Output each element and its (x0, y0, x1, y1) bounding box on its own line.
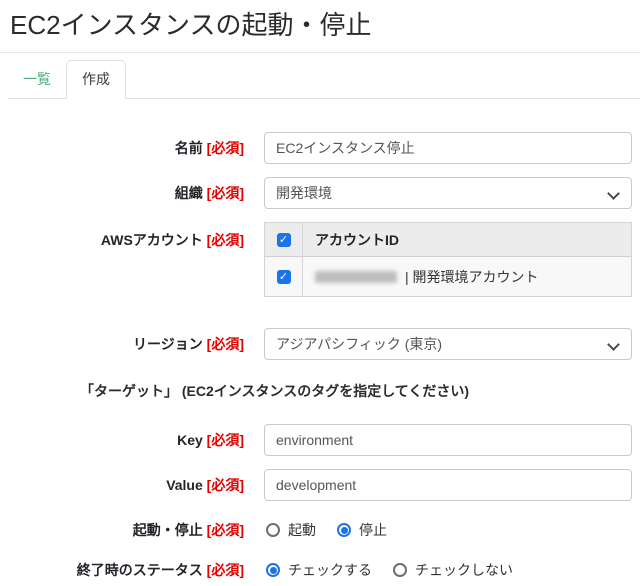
action-row: 起動・停止 [必須] 起動 停止 (0, 514, 640, 546)
action-required-badge: [必須] (206, 522, 244, 538)
target-section-heading: 「ターゲット」 (EC2インスタンスのタグを指定してください) (80, 383, 470, 399)
region-select-value: アジアパシフィック (東京) (276, 336, 443, 352)
region-select[interactable]: アジアパシフィック (東京) (264, 328, 632, 360)
status-no-check-option[interactable]: チェックしない (393, 560, 513, 580)
aws-account-required-badge: [必須] (206, 232, 244, 248)
status-check-option[interactable]: チェックする (266, 560, 372, 580)
radio-unselected-icon (266, 523, 280, 537)
name-input[interactable] (264, 132, 632, 164)
key-label: Key (177, 432, 203, 448)
account-row-checkbox[interactable]: ✓ (276, 269, 291, 284)
select-all-checkbox[interactable]: ✓ (276, 232, 291, 247)
end-status-radio-group: チェックする チェックしない (264, 560, 632, 580)
chevron-down-icon (607, 338, 620, 351)
chevron-down-icon (607, 187, 620, 200)
account-id-header: アカウントID (315, 231, 399, 248)
region-row: リージョン [必須] アジアパシフィック (東京) (0, 328, 640, 360)
value-row: Value [必須] (0, 469, 640, 501)
value-label: Value (166, 477, 203, 493)
key-input[interactable] (264, 424, 632, 456)
organization-row: 組織 [必須] 開発環境 (0, 177, 640, 209)
organization-label: 組織 (174, 185, 203, 201)
masked-account-id (315, 270, 397, 283)
create-form: 名前 [必須] 組織 [必須] 開発環境 AWSアカウント [必須] (0, 132, 640, 586)
aws-account-label: AWSアカウント (100, 232, 203, 248)
status-no-check-label: チェックしない (415, 562, 513, 578)
status-check-label: チェックする (288, 562, 372, 578)
organization-required-badge: [必須] (206, 185, 244, 201)
action-stop-option[interactable]: 停止 (337, 520, 387, 540)
end-status-row: 終了時のステータス [必須] チェックする チェックしない (0, 554, 640, 586)
region-required-badge: [必須] (206, 336, 244, 352)
key-row: Key [必須] (0, 424, 640, 456)
tab-list[interactable]: 一覧 (8, 61, 66, 98)
account-table-row: ✓ | 開発環境アカウント (265, 257, 631, 296)
value-required-badge: [必須] (206, 477, 244, 493)
key-required-badge: [必須] (206, 432, 244, 448)
organization-select-value: 開発環境 (276, 185, 332, 201)
region-label: リージョン (133, 336, 203, 352)
action-label: 起動・停止 (132, 522, 203, 538)
account-table-header-row: ✓ アカウントID (265, 223, 631, 257)
title-divider (0, 52, 640, 53)
action-start-label: 起動 (288, 522, 316, 538)
action-start-option[interactable]: 起動 (266, 520, 316, 540)
tab-bar: 一覧 作成 (8, 60, 640, 99)
aws-account-table: ✓ アカウントID ✓ | 開発環境アカウント (264, 222, 632, 297)
name-label: 名前 (174, 140, 203, 156)
radio-selected-icon (266, 563, 280, 577)
value-input[interactable] (264, 469, 632, 501)
page-title: EC2インスタンスの起動・停止 (10, 10, 372, 40)
radio-unselected-icon (393, 563, 407, 577)
radio-selected-icon (337, 523, 351, 537)
tab-create[interactable]: 作成 (66, 60, 126, 99)
aws-account-row: AWSアカウント [必須] ✓ アカウントID ✓ | 開発環境アカウント (0, 222, 640, 297)
name-row: 名前 [必須] (0, 132, 640, 164)
name-required-badge: [必須] (206, 140, 244, 156)
account-row-text: | 開発環境アカウント (405, 268, 539, 285)
organization-select[interactable]: 開発環境 (264, 177, 632, 209)
action-radio-group: 起動 停止 (264, 520, 632, 540)
action-stop-label: 停止 (359, 522, 387, 538)
